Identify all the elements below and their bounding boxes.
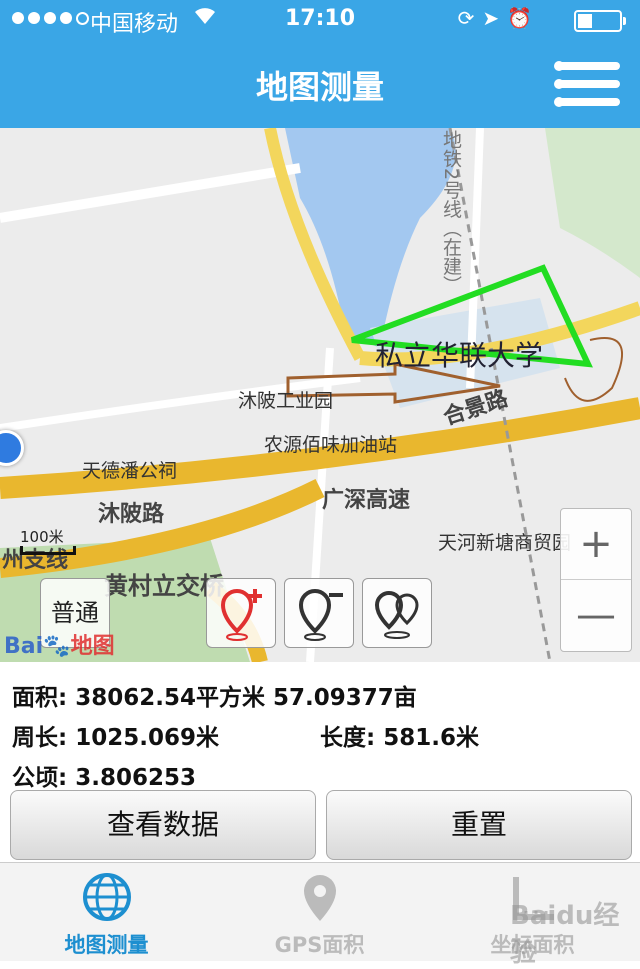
top-bar: 中国移动 17:10 ⟳➤⏰ 地图测量 (0, 0, 640, 128)
orientation-lock-icon: ⟳ (457, 6, 483, 30)
menu-icon[interactable] (554, 60, 620, 108)
hectare-value: 公顷: 3.806253 (12, 765, 196, 791)
alarm-icon: ⏰ (507, 6, 540, 30)
area-value: 面积: 38062.54平方米 57.09377亩 (12, 685, 417, 711)
map-label-metro: 地铁2号线（在建） (440, 130, 462, 295)
remove-point-button[interactable] (284, 578, 354, 648)
action-buttons: 查看数据 重置 (0, 790, 640, 862)
multi-pin-icon (374, 590, 419, 639)
map-label-company: 天德潘公祠 (82, 460, 178, 482)
perimeter-value: 周长: 1025.069米 (12, 725, 219, 751)
tab-label: 地图测量 (64, 933, 149, 957)
pin-icon (304, 875, 336, 921)
paw-icon: 🐾 (43, 634, 71, 659)
tab-label: GPS面积 (274, 933, 365, 957)
zoom-in-button[interactable]: + (561, 509, 631, 580)
status-bar: 中国移动 17:10 ⟳➤⏰ (0, 0, 640, 40)
map-label-guangshen: 广深高速 (322, 488, 411, 513)
measurement-panel: 面积: 38062.54平方米 57.09377亩 周长: 1025.069米 … (0, 662, 640, 791)
status-icons: ⟳➤⏰ (458, 6, 540, 30)
map-label-industrial-park: 沐陂工业园 (238, 390, 334, 412)
location-arrow-icon: ➤ (482, 6, 508, 30)
map-scale-bar (20, 546, 76, 555)
map-label-university: 私立华联大学 (375, 339, 544, 372)
baidu-map-logo: Bai🐾地图 (4, 634, 115, 659)
tab-map-measure[interactable]: 地图测量 (0, 863, 213, 961)
add-pin-icon (220, 588, 262, 641)
multi-point-button[interactable] (362, 578, 432, 648)
map-label-mupo-road: 沐陂路 (98, 502, 165, 527)
reset-button[interactable]: 重置 (326, 790, 632, 860)
map-label-tianhe: 天河新塘商贸园 (438, 532, 572, 554)
status-time: 17:10 (284, 6, 356, 31)
zoom-control: + — (560, 508, 632, 652)
map-view[interactable]: 地铁2号线（在建） 私立华联大学 沐陂工业园 农源佰味加油站 天德潘公祠 沐陂路… (0, 128, 640, 662)
map-label-gas-station: 农源佰味加油站 (264, 434, 398, 456)
page-title: 地图测量 (255, 68, 384, 106)
add-point-button[interactable] (206, 578, 276, 648)
globe-icon (83, 873, 131, 921)
watermark: Baidu经验 (510, 901, 620, 968)
zoom-out-button[interactable]: — (561, 580, 631, 650)
view-data-button[interactable]: 查看数据 (10, 790, 316, 860)
tab-gps-area[interactable]: GPS面积 (213, 863, 426, 961)
remove-pin-icon (298, 588, 343, 641)
length-value: 长度: 581.6米 (320, 725, 479, 751)
map-scale-label: 100米 (20, 528, 64, 546)
battery-icon (574, 10, 626, 32)
